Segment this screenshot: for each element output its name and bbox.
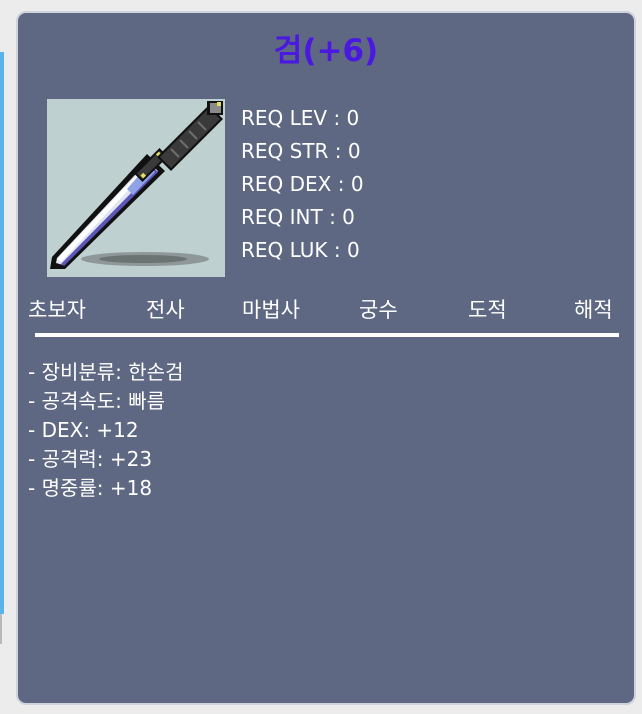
job-magician: 마법사 xyxy=(242,298,300,322)
background-window-edge xyxy=(0,52,4,614)
req-dex: REQ DEX : 0 xyxy=(241,172,364,196)
item-stats-list: - 장비분류: 한손검 - 공격속도: 빠름 - DEX: +12 - 공격력:… xyxy=(28,358,183,503)
divider xyxy=(35,333,619,337)
item-image xyxy=(47,99,225,277)
job-list: 초보자 전사 마법사 궁수 도적 해적 xyxy=(28,294,628,326)
item-title: 검(+6) xyxy=(273,33,379,69)
job-thief: 도적 xyxy=(468,298,507,322)
req-level: REQ LEV : 0 xyxy=(241,106,360,130)
requirements-list: REQ LEV : 0 REQ STR : 0 REQ DEX : 0 REQ … xyxy=(241,102,364,267)
job-pirate: 해적 xyxy=(574,298,613,322)
item-tooltip-panel: 검(+6) REQ LEV: 0 REQ STR: 0 REQ DEX: … xyxy=(16,11,636,705)
stat-dex: - DEX: +12 xyxy=(28,418,139,442)
req-str: REQ STR : 0 xyxy=(241,139,361,163)
req-luk: REQ LUK : 0 xyxy=(241,238,360,262)
req-int: REQ INT : 0 xyxy=(241,205,355,229)
stat-accuracy: - 명중률: +18 xyxy=(28,476,153,500)
job-archer: 궁수 xyxy=(359,298,398,322)
stat-equipment-type: - 장비분류: 한손검 xyxy=(28,360,184,384)
stat-attack: - 공격력: +23 xyxy=(28,447,153,471)
job-warrior: 전사 xyxy=(146,298,185,322)
job-beginner: 초보자 xyxy=(28,298,86,322)
background-window-edge-lower xyxy=(0,614,2,644)
sword-icon xyxy=(50,101,223,269)
stat-attack-speed: - 공격속도: 빠름 xyxy=(28,389,166,413)
